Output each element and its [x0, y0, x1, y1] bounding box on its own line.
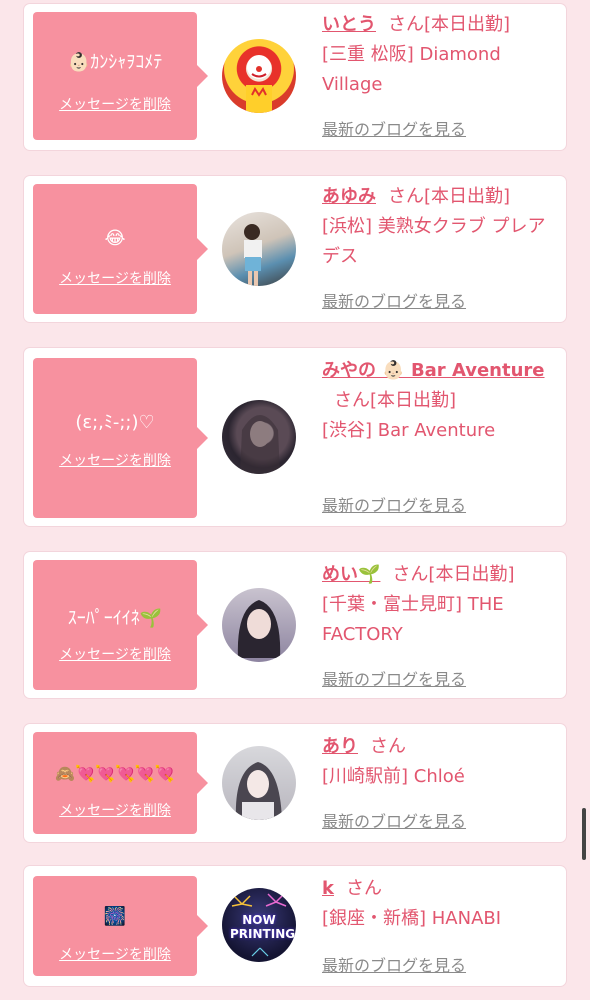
delete-message-link[interactable]: メッセージを削除 — [33, 644, 197, 664]
delete-message-link[interactable]: メッセージを削除 — [33, 800, 197, 820]
user-status: さん[本日出勤] — [392, 564, 515, 585]
message-card: (ε;,ﾐ-;;)♡ メッセージを削除 みやの 👶🏻 Bar Aventure さ… — [24, 348, 566, 526]
user-name-link[interactable]: いとう — [322, 14, 376, 35]
shop-name: [千葉・富士見町] THE FACTORY — [322, 594, 504, 645]
latest-blog-link[interactable]: 最新のブログを見る — [322, 116, 466, 140]
delete-message-link[interactable]: メッセージを削除 — [33, 944, 197, 964]
card-info: いとう さん[本日出勤] [三重 松阪] Diamond Village — [322, 10, 552, 100]
message-card: 👶🏻ｶﾝｼｬｦｺﾒﾃ メッセージを削除 いとう さん[本日出勤] [三重 松阪] … — [24, 4, 566, 150]
card-info: あり さん [川崎駅前] Chloé — [322, 732, 552, 792]
message-text: (ε;,ﾐ-;;)♡ — [75, 412, 155, 433]
delete-message-link[interactable]: メッセージを削除 — [33, 268, 197, 288]
latest-blog-link[interactable]: 最新のブログを見る — [322, 952, 466, 976]
message-card: ｽｰﾊﾟｰｲｲﾈ🌱 メッセージを削除 めい🌱 さん[本日出勤] [千葉・富士見町]… — [24, 552, 566, 698]
user-name-link[interactable]: みやの 👶🏻 Bar Aventure — [322, 360, 545, 381]
user-status: さん — [345, 878, 382, 899]
shop-name: [三重 松阪] Diamond Village — [322, 44, 501, 95]
user-status: さん — [370, 736, 406, 757]
card-info: k さん [銀座・新橋] HANABI — [322, 874, 552, 934]
user-name-link[interactable]: k — [322, 878, 334, 899]
woman-portrait — [237, 600, 281, 658]
shop-name: [銀座・新橋] HANABI — [322, 908, 502, 929]
delete-message-link[interactable]: メッセージを削除 — [33, 450, 197, 470]
vertical-scrollbar[interactable] — [582, 808, 586, 860]
delete-message-link[interactable]: メッセージを削除 — [33, 94, 197, 114]
message-text: 👶🏻ｶﾝｼｬｦｺﾒﾃ — [67, 52, 163, 73]
message-bubble: (ε;,ﾐ-;;)♡ メッセージを削除 — [33, 358, 208, 518]
message-text: 🎆 — [103, 906, 127, 927]
user-status: さん[本日出勤] — [334, 390, 457, 411]
user-name-link[interactable]: あゆみ — [322, 186, 376, 207]
woman-photo-avatar-icon[interactable] — [222, 746, 296, 820]
woman-silhouette — [244, 224, 262, 286]
fireworks-avatar-icon[interactable]: NOW PRINTING — [222, 888, 296, 962]
message-bubble: 😂 メッセージを削除 — [33, 184, 208, 314]
user-name-link[interactable]: あり — [322, 736, 358, 757]
clown-figure — [246, 55, 272, 113]
shop-name: [浜松] 美熟女クラブ プレアデス — [322, 216, 546, 267]
user-name-link[interactable]: めい🌱 — [322, 564, 380, 585]
message-card: 😂 メッセージを削除 あゆみ さん[本日出勤] [浜松] 美熟女クラブ プレアデス… — [24, 176, 566, 322]
card-info: みやの 👶🏻 Bar Aventure さん[本日出勤] [渋谷] Bar Ave… — [322, 356, 552, 446]
user-status: さん[本日出勤] — [388, 186, 511, 207]
woman-portrait — [240, 415, 280, 474]
message-bubble: 🙈💘💘💘💘💘 メッセージを削除 — [33, 732, 208, 834]
latest-blog-link[interactable]: 最新のブログを見る — [322, 666, 466, 690]
message-text: ｽｰﾊﾟｰｲｲﾈ🌱 — [67, 608, 163, 629]
woman-photo-avatar-icon[interactable] — [222, 588, 296, 662]
now-printing-label: NOW PRINTING — [230, 913, 296, 941]
message-bubble: 🎆 メッセージを削除 — [33, 876, 208, 976]
message-bubble: 👶🏻ｶﾝｼｬｦｺﾒﾃ メッセージを削除 — [33, 12, 208, 140]
user-status: さん[本日出勤] — [388, 14, 511, 35]
latest-blog-link[interactable]: 最新のブログを見る — [322, 492, 466, 516]
message-text: 🙈💘💘💘💘💘 — [55, 764, 175, 783]
shop-name: [川崎駅前] Chloé — [322, 766, 465, 787]
shop-name: [渋谷] Bar Aventure — [322, 420, 496, 441]
clown-avatar-icon[interactable] — [222, 39, 296, 113]
woman-portrait — [235, 762, 282, 820]
latest-blog-link[interactable]: 最新のブログを見る — [322, 808, 466, 832]
message-card: 🎆 メッセージを削除 NOW PRINTING k さん [銀座・新橋] HAN… — [24, 866, 566, 986]
message-card: 🙈💘💘💘💘💘 メッセージを削除 あり さん [川崎駅前] Chloé 最新のブログ… — [24, 724, 566, 842]
message-bubble: ｽｰﾊﾟｰｲｲﾈ🌱 メッセージを削除 — [33, 560, 208, 690]
message-text: 😂 — [104, 228, 126, 249]
card-info: めい🌱 さん[本日出勤] [千葉・富士見町] THE FACTORY — [322, 560, 552, 650]
woman-photo-avatar-icon[interactable] — [222, 212, 296, 286]
latest-blog-link[interactable]: 最新のブログを見る — [322, 288, 466, 312]
woman-photo-avatar-icon[interactable] — [222, 400, 296, 474]
card-info: あゆみ さん[本日出勤] [浜松] 美熟女クラブ プレアデス — [322, 182, 552, 272]
